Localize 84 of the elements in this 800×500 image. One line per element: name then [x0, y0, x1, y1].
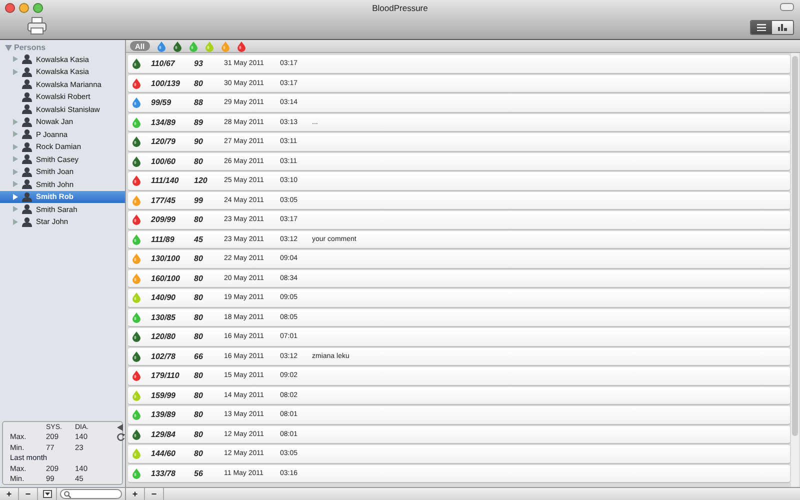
refresh-icon[interactable] — [117, 432, 125, 440]
blood-pressure: 99/59 — [151, 98, 172, 108]
pulse: 45 — [194, 234, 204, 244]
pulse: 80 — [194, 312, 204, 322]
pulse: 80 — [194, 78, 204, 88]
blood-pressure: 209/99 — [151, 215, 176, 224]
blood-pressure: 130/85 — [151, 312, 176, 322]
remove-button[interactable]: − — [19, 488, 38, 500]
disclosure-triangle-icon[interactable] — [5, 44, 12, 50]
blood-pressure: 159/99 — [151, 390, 176, 400]
pulse: 80 — [194, 390, 204, 400]
scroll-thumb[interactable] — [792, 56, 798, 436]
chart-view-button[interactable] — [772, 21, 793, 34]
blood-pressure: 140/90 — [151, 293, 176, 302]
person-icon — [22, 179, 32, 190]
pulse: 99 — [194, 196, 204, 205]
blood-pressure: 110/67 — [151, 59, 176, 68]
remove-button[interactable]: − — [145, 488, 164, 500]
pulse: 80 — [194, 430, 204, 439]
toolbar-toggle-button[interactable] — [780, 3, 794, 11]
scrollbar[interactable] — [791, 53, 799, 487]
drop-icon[interactable] — [236, 40, 246, 52]
bar-chart-icon — [778, 24, 787, 31]
person-icon — [22, 92, 32, 102]
blood-pressure: 111/140 — [151, 176, 180, 186]
person-icon — [22, 79, 32, 90]
window-title: BloodPressure — [372, 2, 428, 13]
person-icon — [22, 116, 32, 127]
add-button[interactable]: + — [126, 488, 145, 500]
printer-icon[interactable] — [27, 16, 47, 34]
dropdown-icon — [42, 490, 52, 498]
drop-icon[interactable] — [156, 40, 166, 52]
pulse: 80 — [194, 274, 204, 283]
minimize-button[interactable] — [19, 3, 29, 13]
person-icon — [22, 204, 32, 214]
pulse: 80 — [194, 371, 204, 380]
pulse: 88 — [194, 98, 204, 108]
search-icon — [64, 490, 71, 498]
pulse: 80 — [194, 410, 204, 420]
close-button[interactable] — [5, 3, 15, 13]
collapse-arrow-icon[interactable] — [117, 424, 123, 430]
blood-pressure: 160/100 — [151, 274, 181, 283]
blood-pressure: 120/79 — [151, 137, 176, 146]
person-icon — [22, 154, 32, 164]
blood-pressure: 144/60 — [151, 449, 176, 458]
person-icon — [22, 104, 32, 114]
blood-pressure: 100/139 — [151, 78, 181, 88]
blood-pressure: 130/100 — [151, 254, 181, 264]
blood-pressure: 111/89 — [151, 234, 176, 244]
pulse: 89 — [194, 118, 204, 127]
list-icon — [757, 24, 766, 31]
blood-pressure: 133/78 — [151, 468, 176, 478]
blood-pressure: 100/60 — [151, 156, 176, 166]
search-field[interactable] — [60, 489, 122, 499]
blood-pressure: 179/110 — [151, 371, 180, 380]
blood-pressure: 134/89 — [151, 118, 176, 127]
add-button[interactable]: + — [0, 488, 19, 500]
blood-pressure: 139/89 — [151, 410, 176, 420]
person-icon — [22, 192, 32, 202]
pulse: 80 — [194, 449, 204, 458]
person-icon — [22, 129, 32, 140]
blood-pressure: 129/84 — [151, 430, 176, 439]
blood-pressure: 102/78 — [151, 352, 176, 361]
person-icon — [22, 142, 32, 152]
pulse: 56 — [194, 468, 204, 478]
person-icon — [22, 66, 32, 77]
person-icon — [22, 216, 32, 227]
drop-icon[interactable] — [172, 40, 182, 52]
pulse: 80 — [194, 293, 204, 302]
pulse: 80 — [194, 215, 204, 224]
zoom-button[interactable] — [33, 3, 43, 13]
pulse: 93 — [194, 59, 204, 68]
person-icon — [22, 166, 32, 177]
pulse: 90 — [194, 137, 204, 146]
blood-pressure: 177/45 — [151, 196, 176, 205]
blood-pressure: 120/80 — [151, 332, 176, 342]
pulse: 66 — [194, 352, 204, 361]
person-icon — [22, 54, 32, 64]
list-view-button[interactable] — [751, 21, 772, 34]
pulse: 80 — [194, 156, 204, 166]
pulse: 80 — [194, 332, 204, 342]
section-header: Persons — [14, 43, 46, 52]
pulse: 120 — [194, 176, 208, 186]
pulse: 80 — [194, 254, 204, 264]
